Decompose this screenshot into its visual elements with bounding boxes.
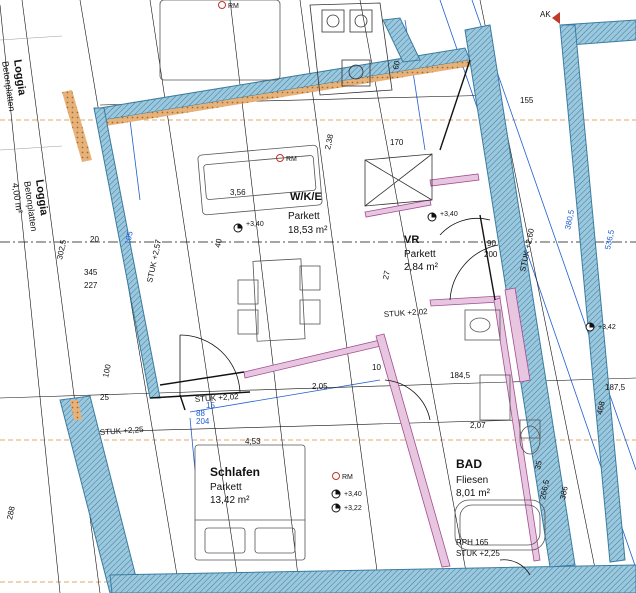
dim-text: 200	[484, 250, 498, 259]
stuk-label: STUK +2,25	[456, 549, 500, 558]
dim-text: 195	[123, 230, 135, 245]
dim-text: 2,38	[323, 133, 335, 151]
rm-label: RM	[286, 156, 297, 163]
ak-label: AK	[540, 10, 551, 19]
ak-marker-icon	[552, 12, 560, 24]
dim-text: 536,5	[603, 228, 616, 250]
rm-label: RM	[228, 3, 239, 10]
level-label: +3,22	[344, 505, 362, 512]
level-label: +3,42	[598, 324, 616, 331]
stuk-label: STUK +2,25	[100, 425, 145, 437]
room-area-schlafen: 13,42 m²	[210, 495, 250, 506]
dim-text: 2,05	[312, 382, 328, 391]
room-area-loggia-2: 4,00 m²	[10, 182, 24, 214]
room-name-schlafen: Schlafen	[210, 465, 260, 479]
kitchen-counter	[309, 2, 433, 207]
dim-text: 27	[381, 269, 392, 280]
dim-text: 100	[101, 363, 113, 378]
dim-text: 2,07	[470, 421, 486, 430]
stuk-label: STUK +2,02	[384, 307, 429, 319]
dim-text: 4,53	[245, 437, 261, 446]
dim-text: 90	[487, 239, 496, 248]
stuk-label: STUK +2,57	[145, 238, 163, 283]
dim-text: 380,5	[563, 208, 576, 230]
dim-text: 288	[5, 505, 17, 520]
dim-text: 386	[558, 485, 570, 500]
room-name-bad: BAD	[456, 457, 482, 471]
room-finish-vr: Parkett	[404, 249, 436, 260]
stuk-label: STUK +2,02	[195, 392, 240, 404]
dim-text: 155	[520, 96, 534, 105]
dim-text: 3,56	[230, 188, 246, 197]
dim-text: 184,5	[450, 371, 471, 380]
dim-text: 227	[84, 281, 98, 290]
dim-text: 25	[100, 393, 109, 402]
dim-text: 10	[372, 363, 381, 372]
dim-text: 20	[90, 235, 99, 244]
dim-text: 15	[206, 401, 215, 410]
floor-plan-drawing: W/K/E Parkett 18,53 m² VR Parkett 2,84 m…	[0, 0, 636, 593]
room-finish-bad: Fliesen	[456, 475, 488, 486]
room-name-wke: W/K/E	[290, 191, 322, 203]
dim-text: 187,5	[605, 383, 626, 392]
room-area-wke: 18,53 m²	[288, 225, 328, 236]
rm-label: RM	[342, 474, 353, 481]
dim-text: 170	[390, 138, 404, 147]
dim-text: 204	[196, 417, 210, 426]
level-label: +3,40	[440, 211, 458, 218]
level-label: +3,40	[246, 221, 264, 228]
room-name-vr: VR	[404, 234, 419, 246]
room-area-bad: 8,01 m²	[456, 488, 491, 499]
room-finish-wke: Parkett	[288, 211, 320, 222]
dim-text: 40	[213, 237, 224, 248]
floor-plan: W/K/E Parkett 18,53 m² VR Parkett 2,84 m…	[0, 0, 636, 593]
rph-label: RPH 165	[456, 538, 489, 547]
room-finish-schlafen: Parkett	[210, 482, 242, 493]
level-label: +3,40	[344, 491, 362, 498]
room-area-vr: 2,84 m²	[404, 262, 439, 273]
dim-text: 345	[84, 268, 98, 277]
